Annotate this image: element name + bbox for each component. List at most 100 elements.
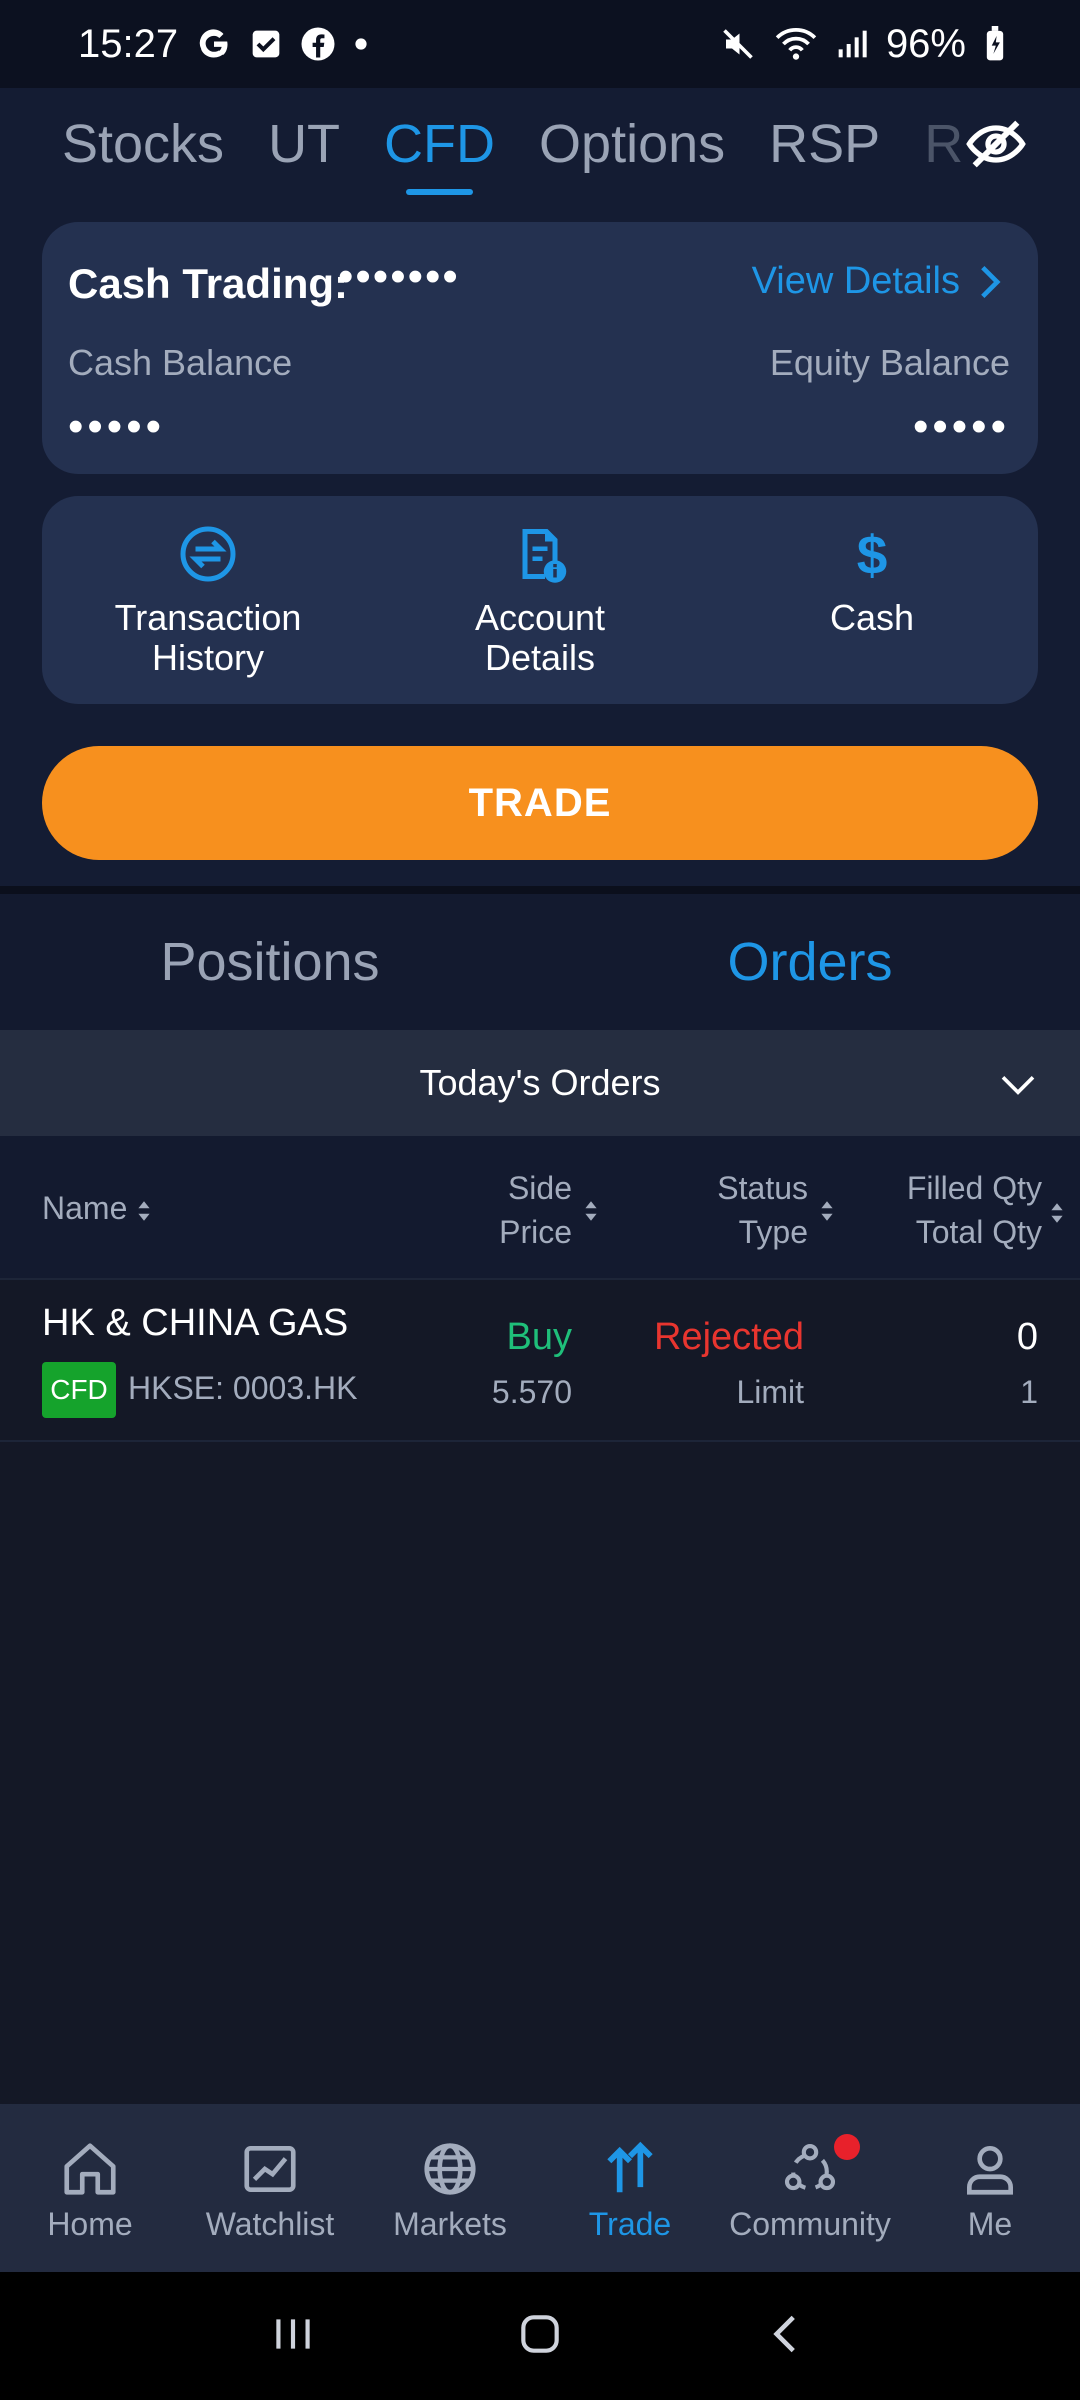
- chevron-right-icon: [981, 265, 1001, 298]
- header-status: Status: [717, 1170, 808, 1206]
- trade-arrows-icon: [607, 2141, 653, 2193]
- sort-icon: [585, 1201, 597, 1221]
- notification-dot: [834, 2134, 860, 2160]
- bottom-navigation: Home Watchlist Markets Trade Community M…: [0, 2104, 1080, 2272]
- wifi-icon: [774, 26, 818, 62]
- order-status: Rejected: [654, 1316, 804, 1358]
- nav-watchlist[interactable]: Watchlist: [180, 2104, 360, 2272]
- google-icon: [196, 26, 232, 62]
- sort-icon: [138, 1200, 150, 1221]
- section-divider: [0, 886, 1080, 894]
- order-name: HK & CHINA GAS: [42, 1302, 349, 1344]
- tab-orders[interactable]: Orders: [540, 894, 1080, 1030]
- tab-stocks[interactable]: Stocks: [62, 113, 224, 175]
- account-details-label: Account Details: [474, 597, 606, 678]
- cash-trading-card: Cash Trading: ••••••• View Details Cash …: [42, 222, 1038, 474]
- back-icon: [772, 2315, 795, 2352]
- transaction-history-button[interactable]: Transaction History: [42, 496, 374, 704]
- order-filled-qty: 0: [1016, 1316, 1038, 1358]
- sort-by-side-price[interactable]: Side Price: [499, 1166, 597, 1254]
- sort-by-name[interactable]: Name: [42, 1186, 151, 1230]
- positions-orders-tabs: Positions Orders: [0, 894, 1080, 1030]
- tab-positions[interactable]: Positions: [0, 894, 540, 1030]
- header-name: Name: [42, 1190, 128, 1226]
- cash-balance-value: •••••: [68, 402, 166, 451]
- nav-markets[interactable]: Markets: [360, 2104, 540, 2272]
- status-bar: 15:27 96%: [0, 0, 1080, 88]
- nav-markets-label: Markets: [393, 2206, 507, 2242]
- cash-button[interactable]: $ Cash: [706, 496, 1038, 704]
- orders-filter-dropdown[interactable]: Today's Orders: [0, 1030, 1080, 1136]
- table-row[interactable]: HK & CHINA GAS CFD HKSE: 0003.HK Buy 5.5…: [0, 1282, 1080, 1442]
- hide-balance-eye-icon[interactable]: [964, 112, 1028, 176]
- tab-r-partial[interactable]: R: [924, 113, 963, 175]
- nav-me[interactable]: Me: [900, 2104, 1080, 2272]
- equity-balance-value: •••••: [912, 402, 1010, 451]
- nav-watchlist-label: Watchlist: [205, 2206, 335, 2242]
- header-total-qty: Total Qty: [915, 1214, 1042, 1250]
- order-type: Limit: [736, 1374, 804, 1410]
- nav-trade[interactable]: Trade: [540, 2104, 720, 2272]
- orders-filter-label: Today's Orders: [419, 1062, 661, 1103]
- sort-icon: [1051, 1203, 1063, 1223]
- orders-table-header: Name Side Price Status Type Filled Qty T…: [0, 1136, 1080, 1280]
- cash-label: Cash: [829, 597, 915, 638]
- header-filled-qty: Filled Qty: [906, 1170, 1042, 1206]
- tab-ut[interactable]: UT: [268, 113, 340, 175]
- globe-icon: [424, 2143, 476, 2195]
- header-side: Side: [507, 1170, 572, 1206]
- header-type: Type: [738, 1214, 808, 1250]
- dollar-icon: $: [857, 524, 888, 584]
- nav-home[interactable]: Home: [0, 2104, 180, 2272]
- view-details-label: View Details: [751, 260, 960, 302]
- view-details-link[interactable]: View Details: [752, 260, 1002, 303]
- recent-apps-button[interactable]: [268, 2309, 318, 2364]
- trade-button[interactable]: TRADE: [42, 746, 1038, 860]
- signal-icon: [836, 28, 868, 60]
- transaction-history-label: Transaction History: [114, 597, 302, 678]
- document-info-icon: [522, 529, 567, 583]
- cfd-badge: CFD: [42, 1362, 116, 1418]
- status-time: 15:27: [78, 21, 179, 66]
- chevron-down-icon: [1001, 1076, 1035, 1095]
- recent-apps-icon: [276, 2318, 310, 2349]
- community-icon: [784, 2143, 836, 2191]
- battery-icon: [984, 26, 1006, 62]
- checkbox-icon: [250, 28, 282, 60]
- svg-text:$: $: [857, 524, 888, 584]
- home-system-button[interactable]: [515, 2309, 565, 2364]
- mute-icon: [720, 26, 756, 62]
- nav-community[interactable]: Community: [720, 2104, 900, 2272]
- person-icon: [967, 2146, 1013, 2195]
- transfer-icon: [180, 526, 236, 582]
- facebook-icon: [300, 26, 336, 62]
- account-type-tabs: Stocks UT CFD Options RSP R: [0, 88, 1080, 200]
- dot-icon: [354, 37, 368, 51]
- account-number-masked: •••••••: [338, 252, 460, 301]
- battery-percent: 96%: [885, 21, 966, 66]
- account-details-button[interactable]: Account Details: [374, 496, 706, 704]
- home-square-icon: [521, 2314, 559, 2353]
- tab-cfd[interactable]: CFD: [384, 113, 495, 195]
- header-price: Price: [499, 1214, 572, 1250]
- cash-trading-title: Cash Trading:: [68, 260, 349, 307]
- sort-by-status-type[interactable]: Status Type: [717, 1166, 833, 1254]
- order-code: HKSE: 0003.HK: [128, 1370, 358, 1406]
- tab-options[interactable]: Options: [539, 113, 725, 175]
- nav-home-label: Home: [47, 2206, 133, 2242]
- equity-balance-label: Equity Balance: [769, 342, 1010, 383]
- order-price: 5.570: [491, 1374, 572, 1410]
- order-side: Buy: [506, 1316, 572, 1358]
- quick-actions-card: Transaction History Account Details $ Ca…: [42, 496, 1038, 704]
- order-total-qty: 1: [1020, 1374, 1038, 1410]
- nav-trade-label: Trade: [588, 2206, 672, 2242]
- nav-community-label: Community: [729, 2206, 891, 2242]
- back-button[interactable]: [762, 2309, 812, 2364]
- home-icon: [64, 2143, 116, 2195]
- chart-icon: [244, 2146, 296, 2192]
- system-navigation-bar: [0, 2272, 1080, 2400]
- sort-icon: [821, 1201, 833, 1221]
- tab-rsp[interactable]: RSP: [769, 113, 880, 175]
- sort-by-qty[interactable]: Filled Qty Total Qty: [907, 1166, 1042, 1254]
- nav-me-label: Me: [967, 2206, 1013, 2242]
